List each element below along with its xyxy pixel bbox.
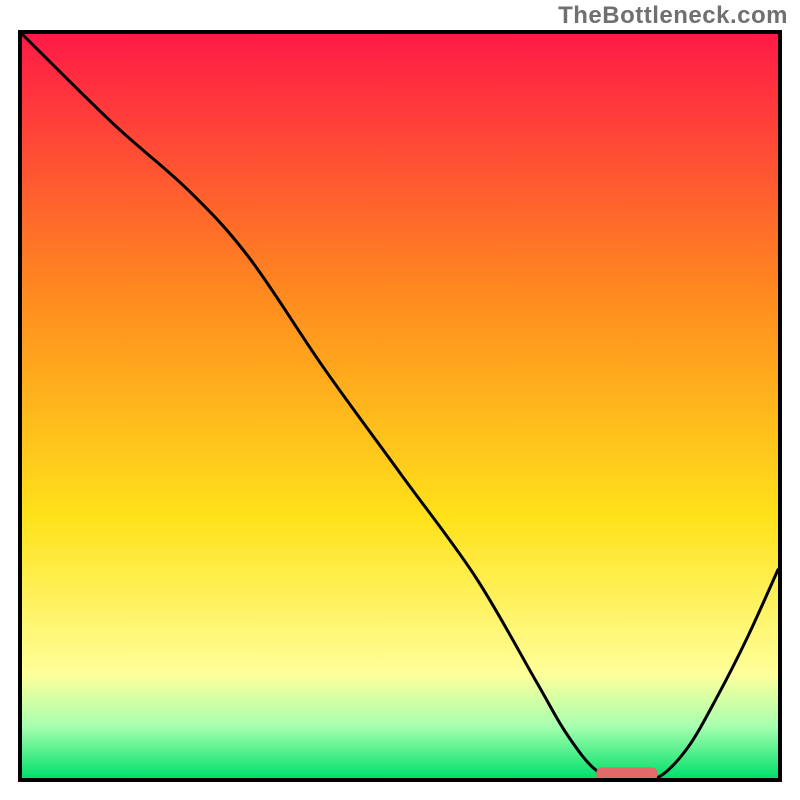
watermark-text: TheBottleneck.com	[558, 2, 788, 30]
optimum-marker	[22, 34, 778, 778]
plot-area	[22, 34, 778, 778]
chart-stage: TheBottleneck.com	[0, 0, 800, 800]
plot-frame	[18, 30, 782, 782]
